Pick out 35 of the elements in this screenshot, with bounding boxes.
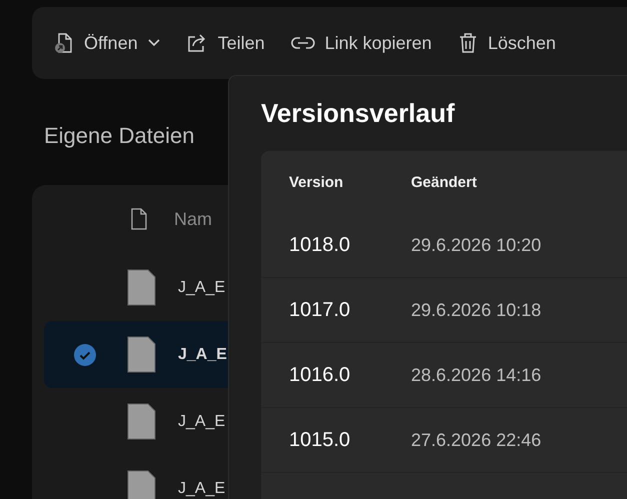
file-name: J_A_E: [178, 412, 226, 430]
file-row[interactable]: J_A_E: [44, 455, 260, 499]
checkmark-icon: [74, 344, 96, 366]
page-title: Eigene Dateien: [43, 122, 196, 150]
delete-button[interactable]: Löschen: [458, 28, 556, 58]
file-icon: [130, 208, 148, 230]
version-number: 1017.0: [289, 298, 352, 322]
chevron-down-icon: [148, 39, 160, 47]
trash-icon: [458, 32, 478, 54]
changed-date: 27.6.2026 22:46: [411, 430, 542, 450]
document-icon: [126, 336, 156, 374]
file-icon: [54, 32, 74, 54]
file-row[interactable]: J_A_E: [44, 254, 260, 321]
file-name: J_A_E: [178, 346, 227, 364]
document-icon: [126, 470, 156, 499]
version-number: 1015.0: [289, 428, 352, 452]
share-icon: [186, 33, 208, 53]
column-header: Geändert: [411, 174, 477, 190]
version-number: 1018.0: [289, 234, 352, 256]
file-name: J_A_E: [178, 480, 226, 498]
version-number: 1016.0: [289, 364, 352, 386]
dialog-title: Versionsverlauf: [261, 98, 456, 129]
column-header[interactable]: Nam: [174, 208, 212, 230]
file-name: J_A_E: [178, 278, 226, 296]
document-icon: [126, 268, 156, 306]
link-icon: [290, 36, 315, 50]
changed-date: 29.6.2026 10:18: [411, 300, 542, 320]
column-header: Version: [289, 174, 344, 190]
open-button[interactable]: Öffnen: [54, 28, 160, 58]
copy-link-button[interactable]: Link kopieren: [290, 28, 432, 58]
share-button[interactable]: Teilen: [186, 28, 265, 58]
changed-date: 28.6.2026 14:16: [411, 364, 542, 386]
file-row[interactable]: J_A_E: [44, 388, 260, 455]
changed-date: 29.6.2026 10:20: [411, 234, 542, 256]
document-icon: [126, 402, 156, 440]
